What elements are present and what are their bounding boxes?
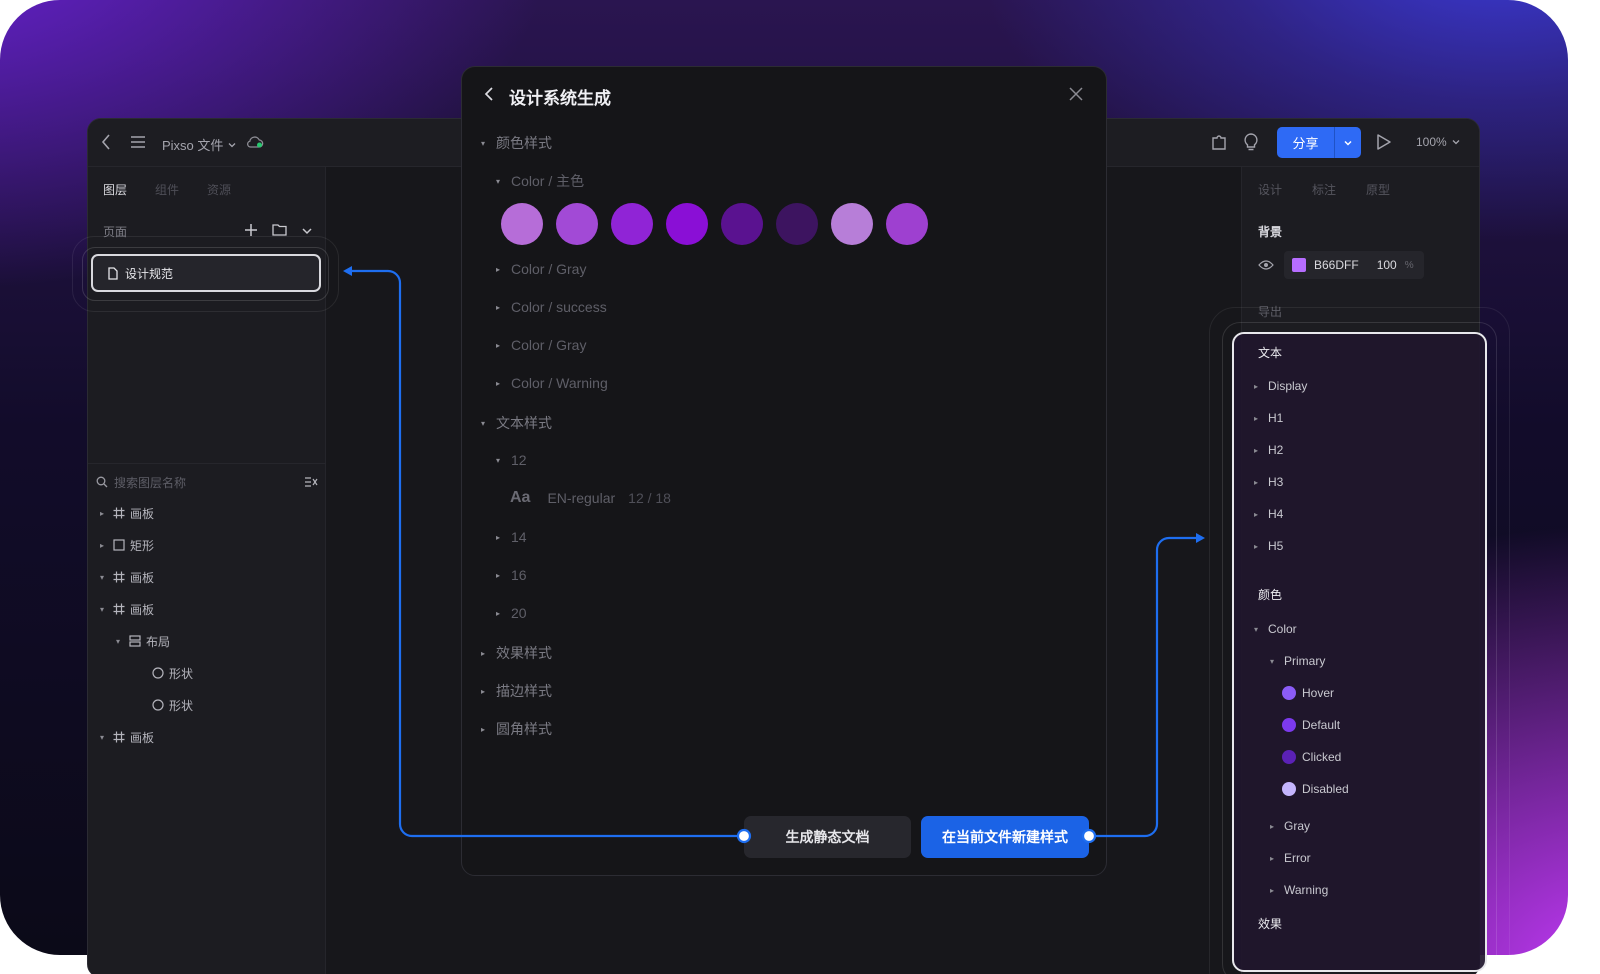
connector-left-node <box>736 828 752 844</box>
connector-left <box>350 269 744 838</box>
connector-right-node <box>1081 828 1097 844</box>
connector-overlay <box>343 266 1205 844</box>
connector-right <box>1089 536 1198 838</box>
connector-left-arrow <box>343 266 352 276</box>
connector-right-arrow <box>1196 533 1205 543</box>
